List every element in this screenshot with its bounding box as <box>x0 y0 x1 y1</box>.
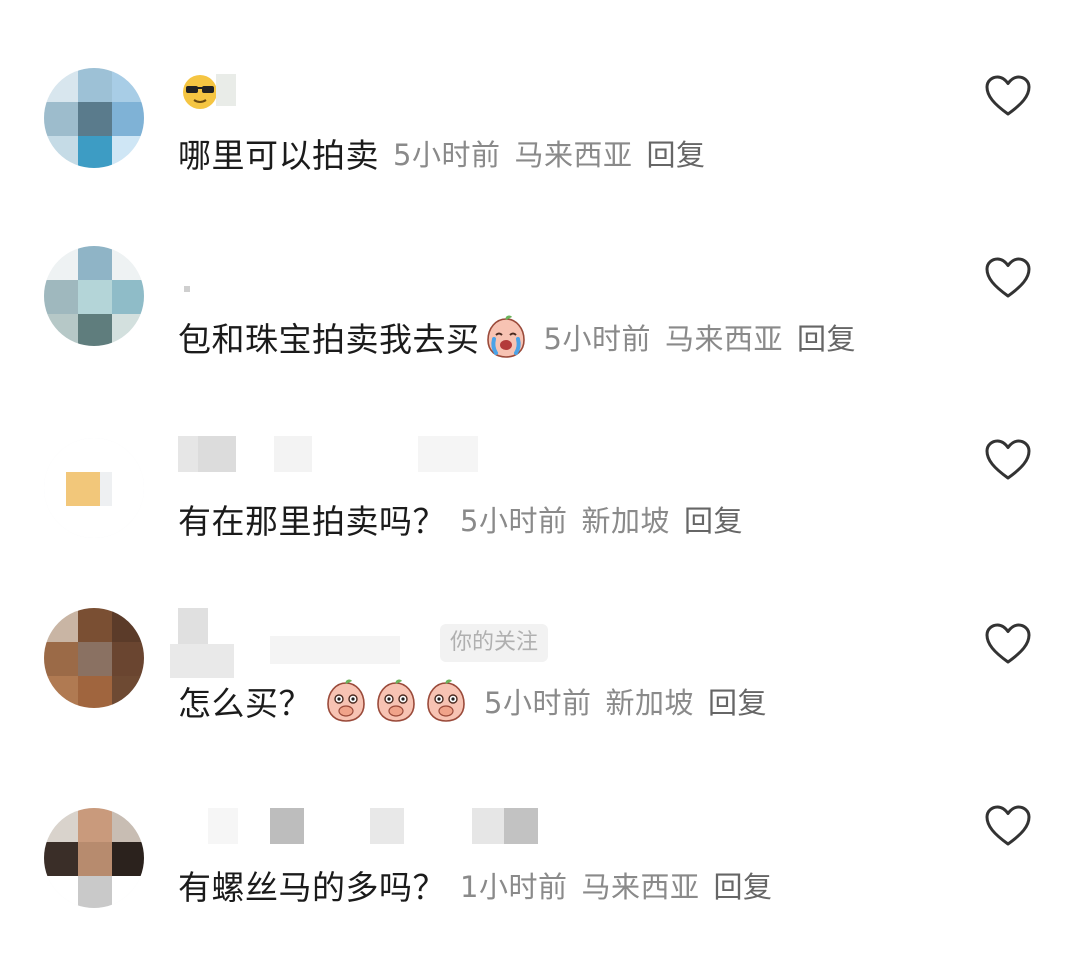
comment-time: 5小时前 <box>543 322 651 356</box>
reply-button[interactable]: 回复 <box>684 498 743 540</box>
heart-outline-icon[interactable] <box>984 256 1032 300</box>
thinking-peach-emoji <box>377 679 415 722</box>
comment-time: 1小时前 <box>460 870 568 904</box>
comment-time: 5小时前 <box>460 504 568 538</box>
avatar[interactable] <box>44 608 144 708</box>
comment-body: 包和珠宝拍卖我去买 5小时前 马来西亚 回复 <box>178 312 856 362</box>
heart-outline-icon[interactable] <box>984 438 1032 482</box>
comment-location: 新加坡 <box>605 686 694 720</box>
comment-text: 怎么买？ <box>178 684 312 723</box>
reply-button[interactable]: 回复 <box>646 132 705 174</box>
comment-text: 包和珠宝拍卖我去买 <box>178 320 480 359</box>
username-redacted[interactable] <box>178 436 488 472</box>
avatar[interactable] <box>44 438 144 538</box>
thinking-peach-emoji <box>427 679 465 722</box>
comment-location: 马来西亚 <box>581 870 700 904</box>
comment-item: 有螺丝马的多吗？ 1小时前 马来西亚 回复 <box>0 786 1080 966</box>
avatar[interactable] <box>44 246 144 346</box>
comment-location: 马来西亚 <box>664 322 783 356</box>
comment-item: 你的关注 怎么买？ 5小时前 新加坡 回复 <box>0 600 1080 780</box>
reply-button[interactable]: 回复 <box>797 316 856 358</box>
sunglasses-face-icon <box>178 70 236 110</box>
comment-body: 有螺丝马的多吗？ 1小时前 马来西亚 回复 <box>178 860 772 910</box>
avatar[interactable] <box>44 68 144 168</box>
comment-location: 马来西亚 <box>514 138 633 172</box>
username-tag: 你的关注 <box>440 624 549 662</box>
comment-body: 哪里可以拍卖 5小时前 马来西亚 回复 <box>178 128 705 178</box>
crying-peach-emoji <box>486 315 525 358</box>
comment-item: 包和珠宝拍卖我去买 5小时前 马来西亚 回复 <box>0 236 1080 416</box>
comment-item: 有在那里拍卖吗？ 5小时前 新加坡 回复 <box>0 422 1080 602</box>
comment-body: 有在那里拍卖吗？ 5小时前 新加坡 回复 <box>178 494 743 544</box>
comment-time: 5小时前 <box>484 686 592 720</box>
thinking-peach-emoji <box>327 679 365 722</box>
avatar[interactable] <box>44 808 144 908</box>
reply-button[interactable]: 回复 <box>708 680 767 722</box>
reply-button[interactable]: 回复 <box>713 864 772 906</box>
heart-outline-icon[interactable] <box>984 804 1032 848</box>
comment-body: 怎么买？ 5小时前 新加坡 回复 <box>178 676 767 726</box>
comment-time: 5小时前 <box>393 138 501 172</box>
heart-outline-icon[interactable] <box>984 74 1032 118</box>
comment-text: 哪里可以拍卖 <box>178 136 379 175</box>
comment-location: 新加坡 <box>581 504 670 538</box>
comment-text: 有螺丝马的多吗？ <box>178 868 446 907</box>
comment-item: 哪里可以拍卖 5小时前 马来西亚 回复 <box>0 60 1080 240</box>
username-redacted[interactable] <box>178 276 198 312</box>
comment-text: 有在那里拍卖吗？ <box>178 502 446 541</box>
heart-outline-icon[interactable] <box>984 622 1032 666</box>
username-redacted[interactable] <box>178 808 548 844</box>
